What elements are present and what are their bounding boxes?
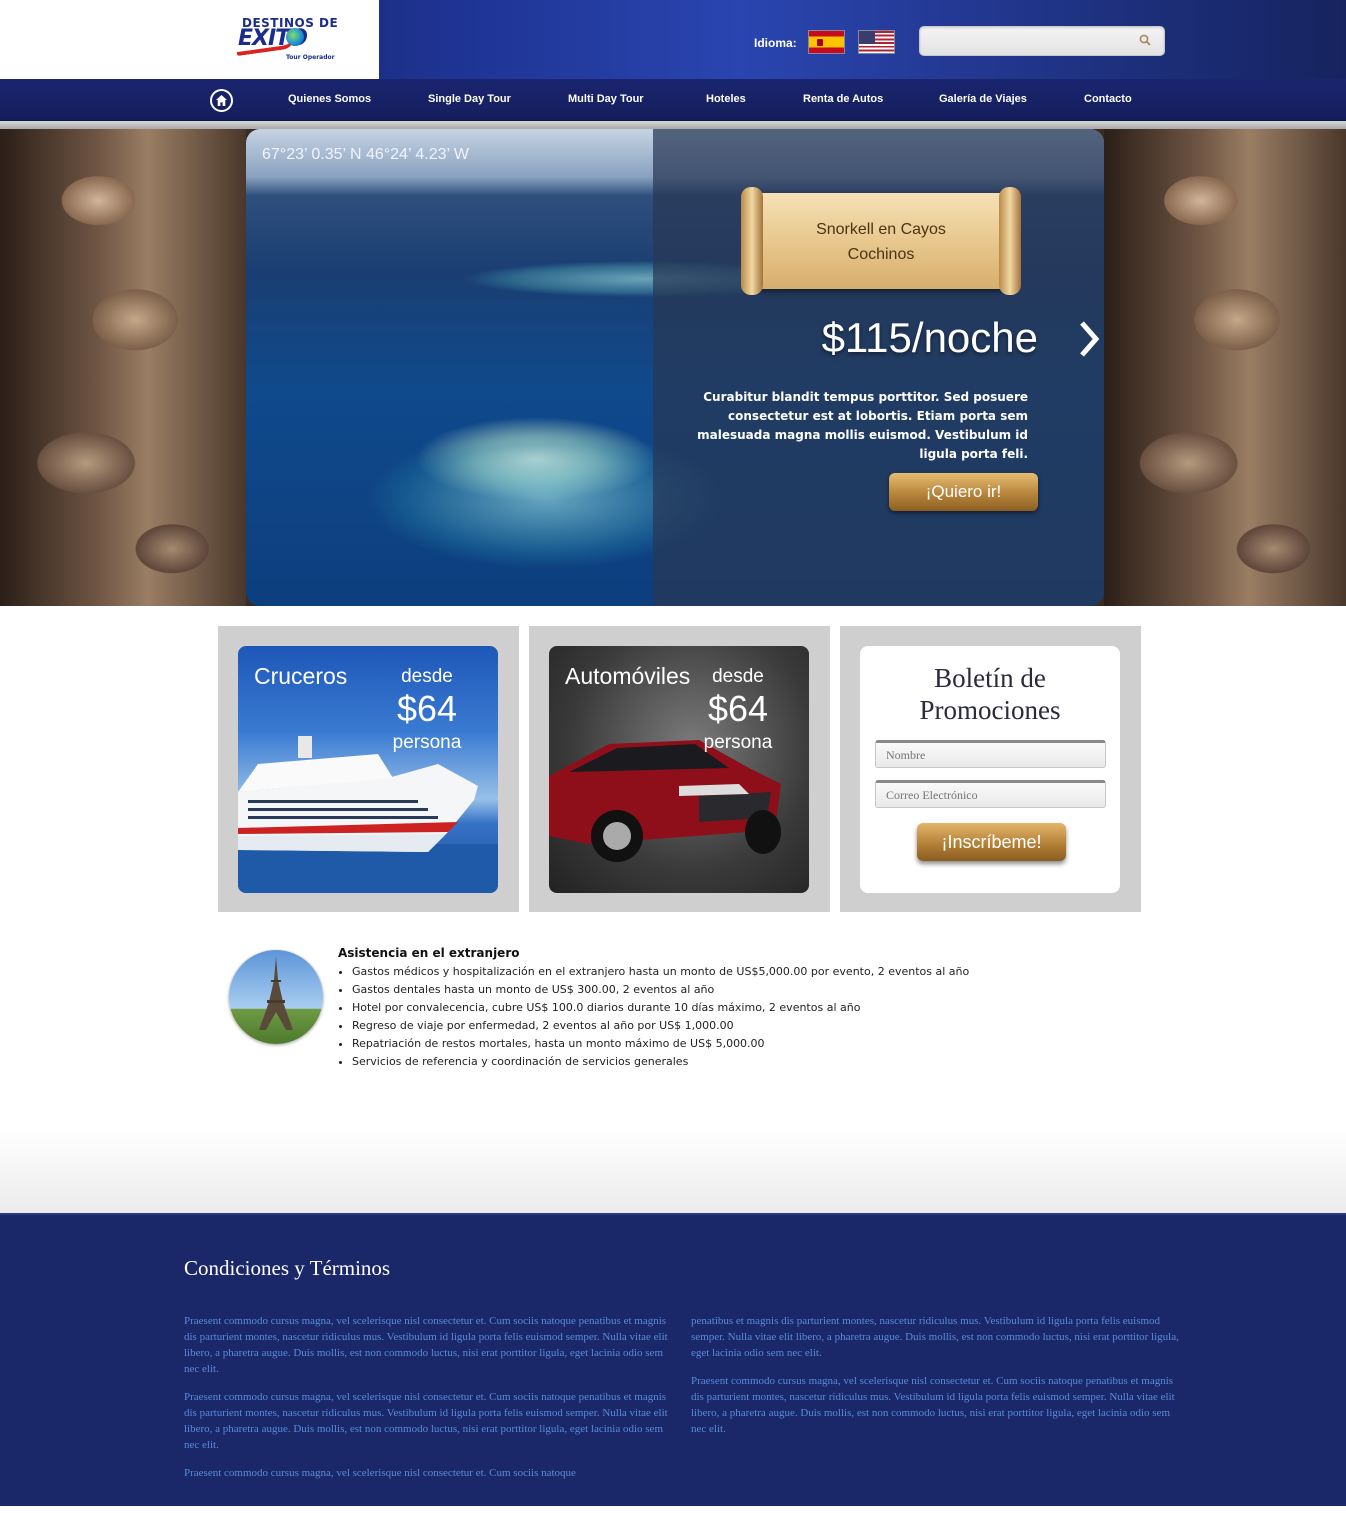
automoviles-price: $64 xyxy=(707,688,769,729)
footer-paragraph: Praesent commodo cursus magna, vel scele… xyxy=(184,1391,668,1451)
cruise-ship-image xyxy=(238,736,498,893)
footer-column-right: penatibus et magnis dis parturient monte… xyxy=(691,1313,1179,1449)
nav-galeria-de-viajes[interactable]: Galería de Viajes xyxy=(939,93,1027,105)
assistance-list: Gastos médicos y hospitalización en el e… xyxy=(338,963,969,1071)
footer-paragraph: Praesent commodo cursus magna, vel scele… xyxy=(691,1375,1175,1435)
cruceros-desde: desde xyxy=(401,666,453,687)
automoviles-panel[interactable]: Automóviles desde $64 persona xyxy=(549,646,809,893)
logo-area: DESTINOS DE EXITO Tour Operador xyxy=(0,0,379,79)
footer-paragraph: penatibus et magnis dis parturient monte… xyxy=(691,1315,1179,1359)
automoviles-title: Automóviles xyxy=(565,663,691,689)
newsletter-title-line2: Promociones xyxy=(919,695,1061,725)
footer-column-left: Praesent commodo cursus magna, vel scele… xyxy=(184,1313,672,1493)
nav-contacto[interactable]: Contacto xyxy=(1084,93,1132,105)
search-box xyxy=(919,26,1165,56)
list-item: Hotel por convalecencia, cubre US$ 100.0… xyxy=(352,999,969,1017)
cruceros-persona: persona xyxy=(392,732,462,753)
scroll-roll-right xyxy=(999,187,1021,295)
list-item: Servicios de referencia y coordinación d… xyxy=(352,1053,969,1071)
tour-title: Snorkell en Cayos Cochinos xyxy=(781,217,981,267)
nav-single-day-tour[interactable]: Single Day Tour xyxy=(428,93,511,105)
cruceros-panel[interactable]: Cruceros desde $64 persona xyxy=(238,646,498,893)
footer-paragraph: Praesent commodo cursus magna, vel scele… xyxy=(184,1315,668,1375)
nav-renta-de-autos[interactable]: Renta de Autos xyxy=(803,93,883,105)
language-label: Idioma: xyxy=(754,36,797,50)
hero-banner: 67°23’ 0.35’ N 46°24’ 4.23’ W Snorkell e… xyxy=(0,129,1346,606)
scroll-roll-left xyxy=(741,187,763,295)
newsletter-panel: Boletín dePromociones ¡Inscríbeme! xyxy=(860,646,1120,893)
list-item: Gastos médicos y hospitalización en el e… xyxy=(352,963,969,981)
spain-flag-icon[interactable] xyxy=(808,30,845,54)
globe-icon xyxy=(286,28,304,46)
newsletter-title: Boletín de Promociones xyxy=(860,662,1120,726)
search-input[interactable] xyxy=(926,31,1126,51)
next-slide-arrow-icon[interactable] xyxy=(1078,319,1100,359)
main-navigation xyxy=(0,79,1346,121)
nav-divider xyxy=(0,121,1346,129)
eiffel-tower-icon xyxy=(259,956,293,1030)
cruceros-card: Cruceros desde $64 persona xyxy=(218,626,519,912)
automoviles-card: Automóviles desde $64 persona xyxy=(529,626,830,912)
site-logo[interactable]: DESTINOS DE EXITO Tour Operador xyxy=(235,14,338,66)
footer-title: Condiciones y Términos xyxy=(184,1256,391,1280)
name-field[interactable] xyxy=(876,743,1105,767)
subscribe-button[interactable]: ¡Inscríbeme! xyxy=(917,823,1066,861)
tour-title-line2: Cochinos xyxy=(847,246,915,263)
nav-hoteles[interactable]: Hoteles xyxy=(706,93,746,105)
tour-title-line1: Snorkell en Cayos xyxy=(816,221,946,238)
list-item: Gastos dentales hasta un monto de US$ 30… xyxy=(352,981,969,999)
newsletter-title-line1: Boletín de xyxy=(934,663,1046,693)
tour-price: $115/noche xyxy=(821,314,1038,361)
logo-line3: Tour Operador xyxy=(286,54,335,61)
eiffel-tower-image xyxy=(229,950,323,1044)
stone-carving-right-image xyxy=(1104,129,1346,606)
title-scroll: Snorkell en Cayos Cochinos xyxy=(741,187,1021,297)
section-fade xyxy=(0,1130,1346,1213)
search-icon[interactable] xyxy=(1138,33,1152,47)
assistance-title: Asistencia en el extranjero xyxy=(338,946,520,960)
nav-multi-day-tour[interactable]: Multi Day Tour xyxy=(568,93,644,105)
list-item: Regreso de viaje por enfermedad, 2 event… xyxy=(352,1017,969,1035)
coordinates-text: 67°23’ 0.35’ N 46°24’ 4.23’ W xyxy=(262,146,469,163)
quiero-ir-button[interactable]: ¡Quiero ir! xyxy=(889,473,1038,511)
nav-quienes-somos[interactable]: Quienes Somos xyxy=(288,93,371,105)
name-field-wrap xyxy=(875,740,1106,768)
footer-paragraph: Praesent commodo cursus magna, vel scele… xyxy=(184,1467,576,1479)
automoviles-persona: persona xyxy=(703,732,773,753)
email-field-wrap xyxy=(875,780,1106,808)
tour-description: Curabitur blandit tempus porttitor. Sed … xyxy=(697,390,1028,461)
home-button[interactable] xyxy=(210,89,233,112)
home-icon xyxy=(216,95,227,106)
newsletter-card: Boletín dePromociones ¡Inscríbeme! xyxy=(840,626,1141,912)
usa-flag-icon[interactable] xyxy=(858,30,895,54)
list-item: Repatriación de restos mortales, hasta u… xyxy=(352,1035,969,1053)
cruceros-price: $64 xyxy=(396,688,458,729)
stone-carving-left-image xyxy=(0,129,246,606)
email-field[interactable] xyxy=(876,783,1105,807)
hero-slide: 67°23’ 0.35’ N 46°24’ 4.23’ W Snorkell e… xyxy=(246,129,1104,606)
automoviles-desde: desde xyxy=(712,666,764,687)
cruceros-title: Cruceros xyxy=(254,663,348,689)
